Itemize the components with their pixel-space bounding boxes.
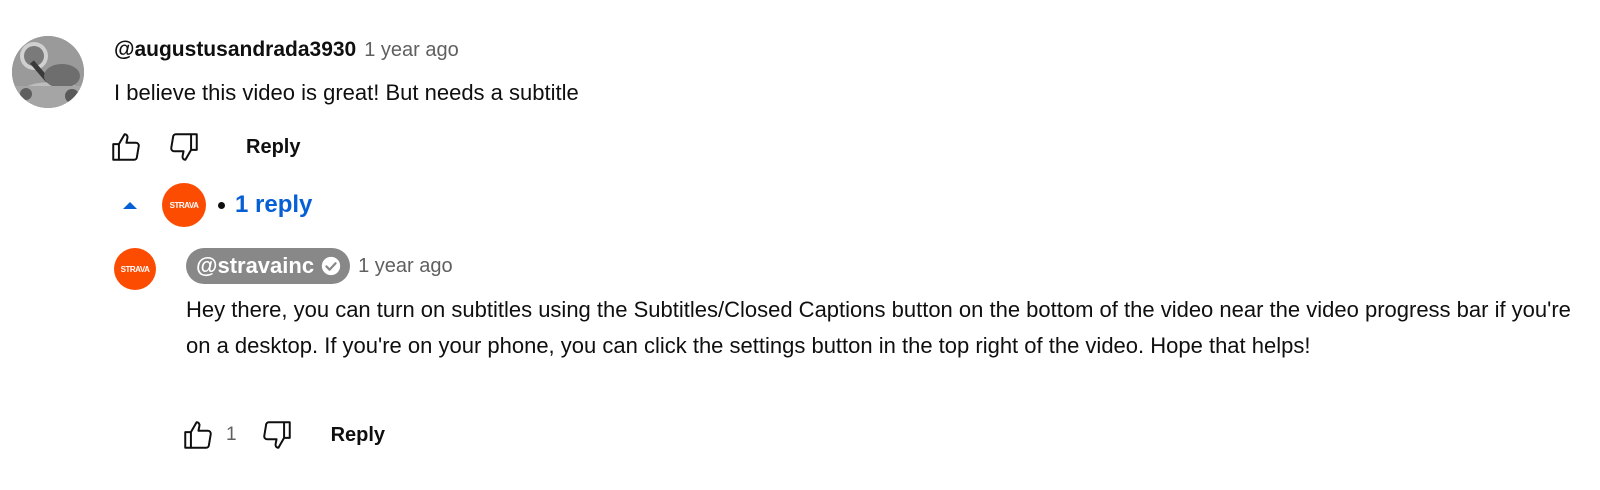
avatar[interactable] xyxy=(12,36,84,108)
reply-actions: 1 Reply xyxy=(178,415,395,455)
thumbs-down-icon xyxy=(170,133,198,161)
thumbs-up-icon xyxy=(184,421,212,449)
creator-badge[interactable]: @stravainc xyxy=(186,248,351,284)
reply-button[interactable]: Reply xyxy=(321,418,395,453)
replier-avatar: STRAVA xyxy=(162,183,206,227)
replies-toggle[interactable]: STRAVA 1 reply xyxy=(118,183,312,227)
like-count: 1 xyxy=(226,424,237,445)
replies-count-label[interactable]: 1 reply xyxy=(235,191,312,219)
strava-logo-text: STRAVA xyxy=(120,264,150,274)
reply-author: @stravainc xyxy=(196,253,315,278)
thumbs-up-icon xyxy=(112,133,140,161)
reply-avatar[interactable]: STRAVA xyxy=(114,248,156,290)
separator-dot xyxy=(218,201,225,209)
comment-actions: Reply xyxy=(106,127,310,167)
dislike-button[interactable] xyxy=(257,415,297,455)
reply-button[interactable]: Reply xyxy=(236,130,310,165)
strava-logo-text: STRAVA xyxy=(169,200,199,210)
dislike-button[interactable] xyxy=(164,127,204,167)
comment-time[interactable]: 1 year ago xyxy=(364,39,459,62)
comment-header: @augustusandrada3930 1 year ago xyxy=(114,38,459,62)
reply-time[interactable]: 1 year ago xyxy=(358,255,453,278)
like-button[interactable] xyxy=(178,415,218,455)
reply-text: Hey there, you can turn on subtitles usi… xyxy=(186,297,1571,358)
verified-check-icon xyxy=(321,256,341,276)
comment-text: I believe this video is great! But needs… xyxy=(114,80,579,105)
like-button[interactable] xyxy=(106,127,146,167)
thumbs-down-icon xyxy=(262,421,291,449)
comment-author[interactable]: @augustusandrada3930 xyxy=(114,38,356,62)
caret-up-icon xyxy=(123,202,137,209)
reply-header: @stravainc 1 year ago xyxy=(186,248,453,284)
